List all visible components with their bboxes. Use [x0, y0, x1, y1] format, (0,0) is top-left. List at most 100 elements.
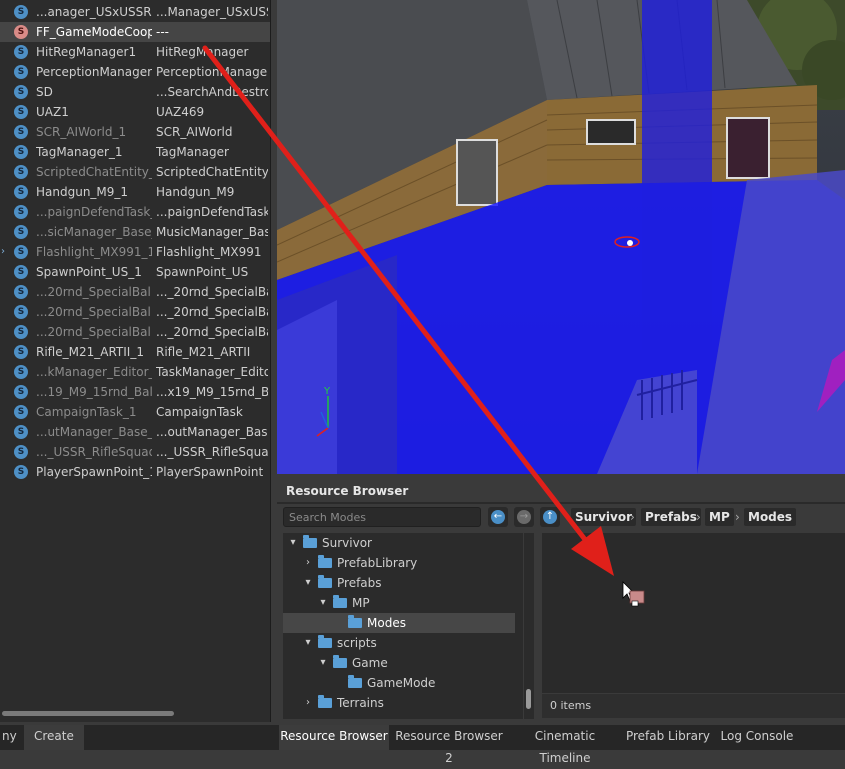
breadcrumb-separator: › [735, 510, 740, 524]
entity-name: ...20rnd_SpecialBall_1 [36, 285, 152, 299]
hierarchy-row[interactable]: S ...utManager_Base_1 ...outManager_Base [0, 422, 270, 442]
back-button[interactable]: ← [488, 507, 508, 527]
forward-button[interactable]: → [514, 507, 534, 527]
tree-item[interactable]: › Terrains [283, 693, 515, 713]
hierarchy-scrollbar[interactable] [0, 709, 268, 717]
gizmo-y-label: Y [323, 386, 331, 397]
hierarchy-row[interactable]: S ...sicManager_Base_1 MusicManager_Base [0, 222, 270, 242]
hierarchy-row[interactable]: S ...20rnd_SpecialBall_1 ..._20rnd_Special… [0, 282, 270, 302]
hierarchy-row[interactable]: › S Flashlight_MX991_1 Flashlight_MX991 [0, 242, 270, 262]
entity-type: ..._USSR_RifleSquad [156, 445, 268, 459]
tab-hierarchy[interactable]: ny [0, 725, 27, 750]
tree-item-label: PrefabLibrary [337, 556, 418, 570]
entity-name: PlayerSpawnPoint_1 [36, 465, 152, 479]
hierarchy-row[interactable]: S ...19_M9_15rnd_Ball_1 ...x19_M9_15rnd_Ba… [0, 382, 270, 402]
breadcrumb-survivor[interactable]: Survivor [571, 508, 637, 526]
tree-item[interactable]: Modes [283, 613, 515, 633]
bottom-tab-bar: Resource Browser Resource Browser 2 Cine… [277, 725, 845, 765]
tree-item[interactable]: › PrefabLibrary [283, 553, 515, 573]
tree-arrow-icon[interactable]: ▾ [317, 593, 329, 613]
script-entity-icon: S [14, 365, 28, 379]
hierarchy-row[interactable]: S PlayerSpawnPoint_1 PlayerSpawnPoint [0, 462, 270, 482]
tab-prefab-library[interactable]: Prefab Library [623, 725, 713, 750]
entity-name: HitRegManager1 [36, 45, 137, 59]
breadcrumb-mp[interactable]: MP [705, 508, 734, 526]
scrollbar-thumb[interactable] [526, 689, 531, 709]
hierarchy-row[interactable]: S UAZ1 UAZ469 [0, 102, 270, 122]
tree-scrollbar[interactable] [524, 533, 534, 719]
script-entity-icon: S [14, 145, 28, 159]
tree-item[interactable]: ▾ Survivor [283, 533, 515, 553]
entity-type: CampaignTask [156, 405, 243, 419]
tree-item-label: Survivor [322, 536, 372, 550]
hierarchy-row[interactable]: S Handgun_M9_1 Handgun_M9 [0, 182, 270, 202]
tab-resource-browser[interactable]: Resource Browser [279, 725, 389, 750]
hierarchy-row[interactable]: S PerceptionManager1 PerceptionManager [0, 62, 270, 82]
entity-name: SpawnPoint_US_1 [36, 265, 142, 279]
entity-name: Rifle_M21_ARTII_1 [36, 345, 144, 359]
tree-item[interactable]: GameMode [283, 673, 515, 693]
entity-type: ...paignDefendTask [156, 205, 268, 219]
entity-type: ..._20rnd_SpecialBall [156, 305, 268, 319]
hierarchy-row[interactable]: S ...20rnd_SpecialBall_2 ..._20rnd_Special… [0, 302, 270, 322]
tree-item[interactable]: ▾ scripts [283, 633, 515, 653]
tree-arrow-icon[interactable]: ▾ [317, 653, 329, 673]
tree-arrow-icon[interactable]: ▾ [302, 573, 314, 593]
script-entity-icon: S [14, 265, 28, 279]
hierarchy-row[interactable]: S FF_GameModeCoop1 --- [0, 22, 270, 42]
tree-arrow-icon[interactable]: › [302, 693, 314, 713]
script-entity-icon: S [14, 245, 28, 259]
left-tab-bar: ny Create [0, 725, 277, 750]
script-entity-icon: S [14, 225, 28, 239]
hierarchy-row[interactable]: S ScriptedChatEntity_1 ScriptedChatEntity [0, 162, 270, 182]
hierarchy-row[interactable]: S SpawnPoint_US_1 SpawnPoint_US [0, 262, 270, 282]
hierarchy-row[interactable]: S ..._USSR_RifleSquad_1 ..._USSR_RifleSqua… [0, 442, 270, 462]
script-entity-icon: S [14, 445, 28, 459]
hierarchy-row[interactable]: S TagManager_1 TagManager [0, 142, 270, 162]
breadcrumb-modes[interactable]: Modes [744, 508, 797, 526]
script-entity-icon: S [14, 125, 28, 139]
script-entity-icon: S [14, 185, 28, 199]
hierarchy-row[interactable]: S HitRegManager1 HitRegManager [0, 42, 270, 62]
breadcrumb-prefabs[interactable]: Prefabs [641, 508, 701, 526]
tree-item[interactable]: ▾ Game [283, 653, 515, 673]
entity-type: Flashlight_MX991 [156, 245, 262, 259]
entity-name: ...20rnd_SpecialBall_3 [36, 325, 152, 339]
folder-icon [333, 595, 347, 608]
hierarchy-row[interactable]: S ...kManager_Editor_1 TaskManager_Editor [0, 362, 270, 382]
search-input[interactable]: Search Modes [283, 507, 481, 527]
hierarchy-panel: S ...anager_USxUSSR1 ...Manager_USxUSSR S FF… [0, 0, 271, 722]
up-button[interactable]: ↑ [540, 507, 560, 527]
hierarchy-row[interactable]: S SD ...SearchAndDestroy [0, 82, 270, 102]
scrollbar-thumb[interactable] [2, 711, 174, 716]
script-entity-icon: S [14, 405, 28, 419]
tab-create[interactable]: Create [24, 725, 84, 750]
hierarchy-row[interactable]: S SCR_AIWorld_1 SCR_AIWorld [0, 122, 270, 142]
tab-cinematic-timeline[interactable]: Cinematic Timeline [511, 725, 619, 765]
hierarchy-row[interactable]: S CampaignTask_1 CampaignTask [0, 402, 270, 422]
hierarchy-row[interactable]: S Rifle_M21_ARTII_1 Rifle_M21_ARTII [0, 342, 270, 362]
tree-arrow-icon[interactable]: ▾ [302, 633, 314, 653]
up-icon: ↑ [543, 510, 557, 524]
hierarchy-row[interactable]: S ...anager_USxUSSR1 ...Manager_USxUSSR [0, 2, 270, 22]
script-entity-icon: S [14, 65, 28, 79]
script-entity-icon: S [14, 205, 28, 219]
tab-resource-browser-2[interactable]: Resource Browser 2 [391, 725, 507, 765]
entity-type: TagManager [156, 145, 229, 159]
hierarchy-row[interactable]: S ...paignDefendTask_1 ...paignDefendTask [0, 202, 270, 222]
folder-icon [348, 675, 362, 688]
scene-viewport[interactable]: Y [277, 0, 845, 474]
tree-item[interactable]: ▾ MP [283, 593, 515, 613]
entity-type: Rifle_M21_ARTII [156, 345, 251, 359]
tab-log-console[interactable]: Log Console [717, 725, 797, 750]
asset-content-area[interactable] [542, 533, 845, 693]
tree-arrow-icon[interactable]: › [302, 553, 314, 573]
drag-cursor-icon [622, 581, 645, 607]
tree-arrow-icon[interactable]: ▾ [287, 533, 299, 553]
tree-item[interactable]: ▾ Prefabs [283, 573, 515, 593]
entity-type: SpawnPoint_US [156, 265, 249, 279]
hierarchy-row[interactable]: S ...20rnd_SpecialBall_3 ..._20rnd_Special… [0, 322, 270, 342]
entity-type: Handgun_M9 [156, 185, 235, 199]
divider [277, 502, 845, 504]
expand-arrow-icon[interactable]: › [1, 242, 5, 262]
